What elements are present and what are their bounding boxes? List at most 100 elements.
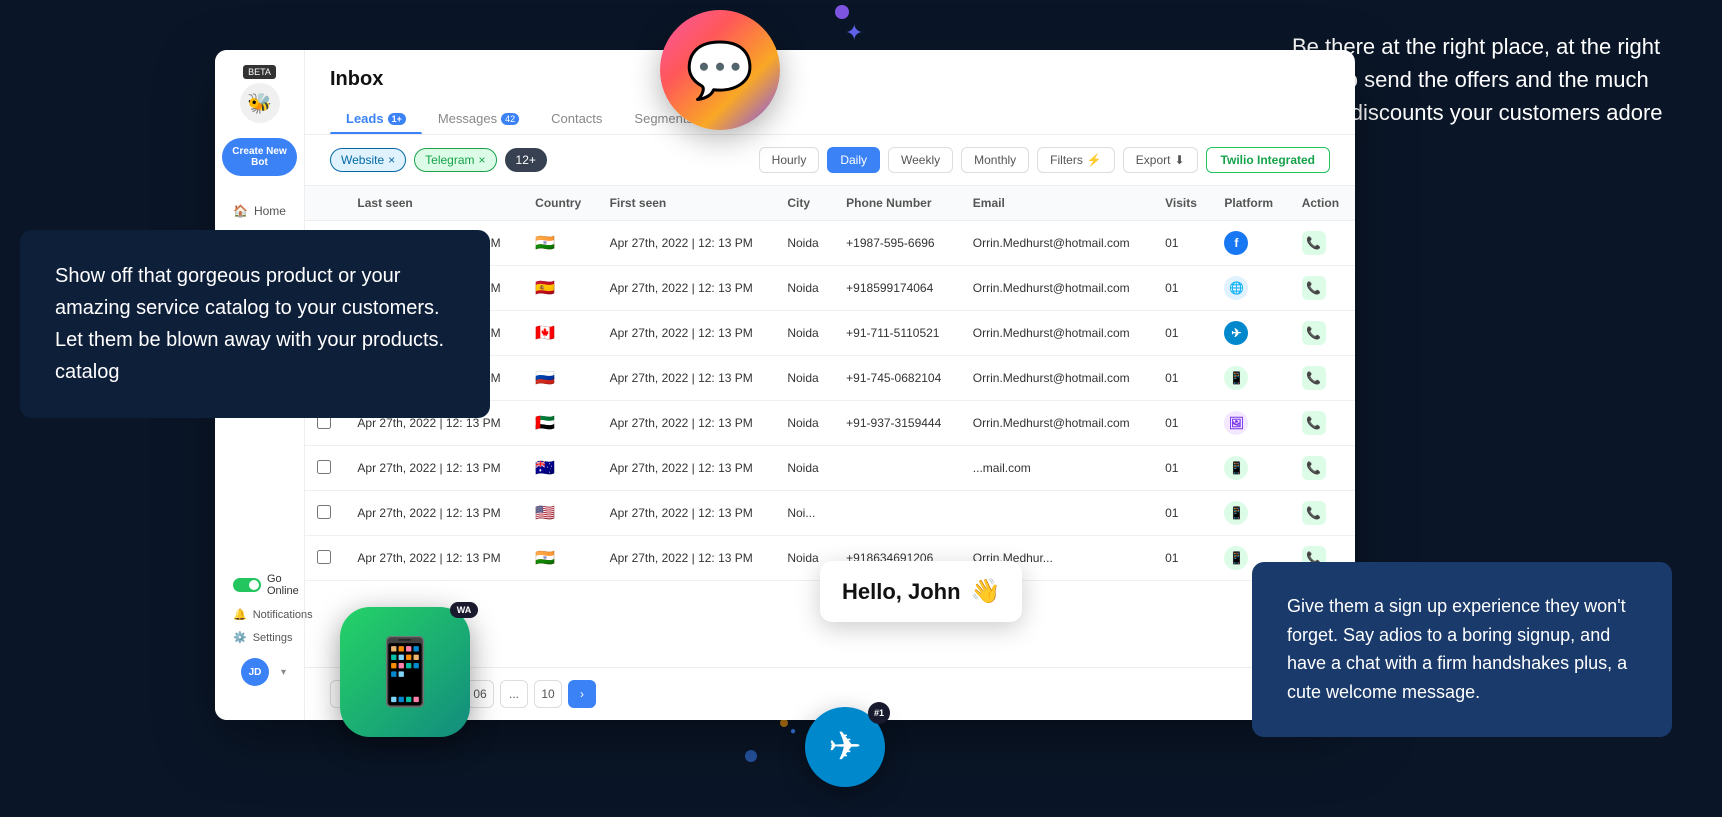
platform-cell: 📱: [1212, 356, 1289, 401]
go-online-row[interactable]: Go Online: [225, 567, 294, 603]
tabs-bar: Leads 1+ Messages 42 Contacts Segments: [330, 103, 1330, 134]
phone-cell: +91-937-3159444: [834, 401, 961, 446]
sidebar-item-home[interactable]: 🏠 Home: [215, 196, 304, 226]
call-button[interactable]: 📞: [1302, 231, 1326, 255]
tab-contacts[interactable]: Contacts: [535, 103, 618, 134]
avatar[interactable]: JD: [241, 658, 269, 686]
page-06-button[interactable]: 06: [466, 680, 494, 708]
bottom-right-description: Give them a sign up experience they won'…: [1252, 562, 1672, 737]
visits-cell: 01: [1153, 536, 1212, 581]
country-cell: 🇮🇳: [523, 536, 597, 581]
col-country: Country: [523, 186, 597, 221]
close-icon[interactable]: ×: [479, 153, 486, 167]
col-phone: Phone Number: [834, 186, 961, 221]
row-checkbox[interactable]: [305, 491, 345, 536]
city-cell: Noida: [775, 266, 834, 311]
page-title: Inbox: [330, 68, 1330, 91]
tab-messages[interactable]: Messages 42: [422, 103, 535, 134]
call-button[interactable]: 📞: [1302, 456, 1326, 480]
country-cell: 🇷🇺: [523, 356, 597, 401]
col-action: Action: [1290, 186, 1355, 221]
filters-button[interactable]: Filters ⚡: [1037, 147, 1115, 173]
call-button[interactable]: 📞: [1302, 321, 1326, 345]
action-cell[interactable]: 📞: [1290, 491, 1355, 536]
phone-cell: +918599174064: [834, 266, 961, 311]
first-seen-cell: Apr 27th, 2022 | 12: 13 PM: [598, 491, 776, 536]
platform-cell: 📱: [1212, 491, 1289, 536]
avatar-chevron: ▾: [281, 667, 286, 678]
filter-website[interactable]: Website ×: [330, 148, 406, 172]
col-last-seen: Last seen: [345, 186, 523, 221]
call-button[interactable]: 📞: [1302, 411, 1326, 435]
filter-telegram[interactable]: Telegram ×: [414, 148, 496, 172]
phone-cell: +91-745-0682104: [834, 356, 961, 401]
action-cell[interactable]: 📞: [1290, 266, 1355, 311]
email-cell: [961, 491, 1153, 536]
first-seen-cell: Apr 27th, 2022 | 12: 13 PM: [598, 311, 776, 356]
first-seen-cell: Apr 27th, 2022 | 12: 13 PM: [598, 446, 776, 491]
action-cell[interactable]: 📞: [1290, 311, 1355, 356]
action-cell[interactable]: 📞: [1290, 356, 1355, 401]
sidebar-item-notifications[interactable]: 🔔 Notifications: [225, 603, 294, 626]
col-email: Email: [961, 186, 1153, 221]
call-button[interactable]: 📞: [1302, 501, 1326, 525]
first-seen-cell: Apr 27th, 2022 | 12: 13 PM: [598, 536, 776, 581]
monthly-button[interactable]: Monthly: [961, 147, 1029, 173]
hourly-button[interactable]: Hourly: [759, 147, 820, 173]
email-cell: Orrin.Medhurst@hotmail.com: [961, 221, 1153, 266]
table-header-row: Last seen Country First seen City Phone …: [305, 186, 1355, 221]
action-cell[interactable]: 📞: [1290, 401, 1355, 446]
action-cell[interactable]: 📞: [1290, 221, 1355, 266]
col-city: City: [775, 186, 834, 221]
last-seen-cell: Apr 27th, 2022 | 12: 13 PM: [345, 536, 523, 581]
last-seen-cell: Apr 27th, 2022 | 12: 13 PM: [345, 446, 523, 491]
page-10-button[interactable]: 10: [534, 680, 562, 708]
visits-cell: 01: [1153, 491, 1212, 536]
main-header: Inbox Leads 1+ Messages 42 Contacts Segm…: [305, 50, 1355, 135]
email-cell: Orrin.Medhurst@hotmail.com: [961, 311, 1153, 356]
city-cell: Noi...: [775, 491, 834, 536]
platform-cell: 🌐: [1212, 266, 1289, 311]
hello-text: Hello, John: [842, 579, 961, 605]
sidebar-item-settings[interactable]: ⚙️ Settings: [225, 626, 294, 649]
telegram-icon: ✈ #1: [805, 707, 885, 787]
first-seen-cell: Apr 27th, 2022 | 12: 13 PM: [598, 221, 776, 266]
first-seen-cell: Apr 27th, 2022 | 12: 13 PM: [598, 266, 776, 311]
whatsapp-icon: 📱 WA: [340, 607, 470, 737]
call-button[interactable]: 📞: [1302, 276, 1326, 300]
filter-more[interactable]: 12+: [505, 148, 547, 172]
visits-cell: 01: [1153, 356, 1212, 401]
export-button[interactable]: Export ⬇: [1123, 147, 1198, 173]
daily-button[interactable]: Daily: [827, 147, 880, 173]
page-ellipsis: ...: [500, 680, 528, 708]
country-cell: 🇪🇸: [523, 266, 597, 311]
download-icon: ⬇: [1174, 153, 1184, 167]
row-checkbox[interactable]: [305, 446, 345, 491]
go-online-toggle[interactable]: [233, 578, 261, 592]
home-icon: 🏠: [233, 204, 248, 218]
next-page-button[interactable]: ›: [568, 680, 596, 708]
phone-cell: +1987-595-6696: [834, 221, 961, 266]
visits-cell: 01: [1153, 401, 1212, 446]
settings-label: Settings: [253, 632, 293, 644]
email-cell: Orrin.Medhurst@hotmail.com: [961, 401, 1153, 446]
app-logo: 🐝: [240, 83, 280, 123]
col-checkbox: [305, 186, 345, 221]
call-button[interactable]: 📞: [1302, 366, 1326, 390]
country-cell: 🇮🇳: [523, 221, 597, 266]
create-bot-button[interactable]: Create New Bot: [222, 138, 297, 176]
action-cell[interactable]: 📞: [1290, 446, 1355, 491]
table-row: Apr 27th, 2022 | 12: 13 PM 🇺🇸 Apr 27th, …: [305, 491, 1355, 536]
last-seen-cell: Apr 27th, 2022 | 12: 13 PM: [345, 491, 523, 536]
platform-cell: f: [1212, 221, 1289, 266]
row-checkbox[interactable]: [305, 536, 345, 581]
beta-badge: BETA: [243, 65, 276, 79]
tab-leads[interactable]: Leads 1+: [330, 103, 422, 134]
col-visits: Visits: [1153, 186, 1212, 221]
go-online-label: Go Online: [267, 573, 299, 597]
weekly-button[interactable]: Weekly: [888, 147, 953, 173]
hello-bubble: Hello, John 👋: [820, 561, 1022, 622]
twilio-button[interactable]: Twilio Integrated: [1206, 147, 1330, 173]
close-icon[interactable]: ×: [388, 153, 395, 167]
visits-cell: 01: [1153, 221, 1212, 266]
